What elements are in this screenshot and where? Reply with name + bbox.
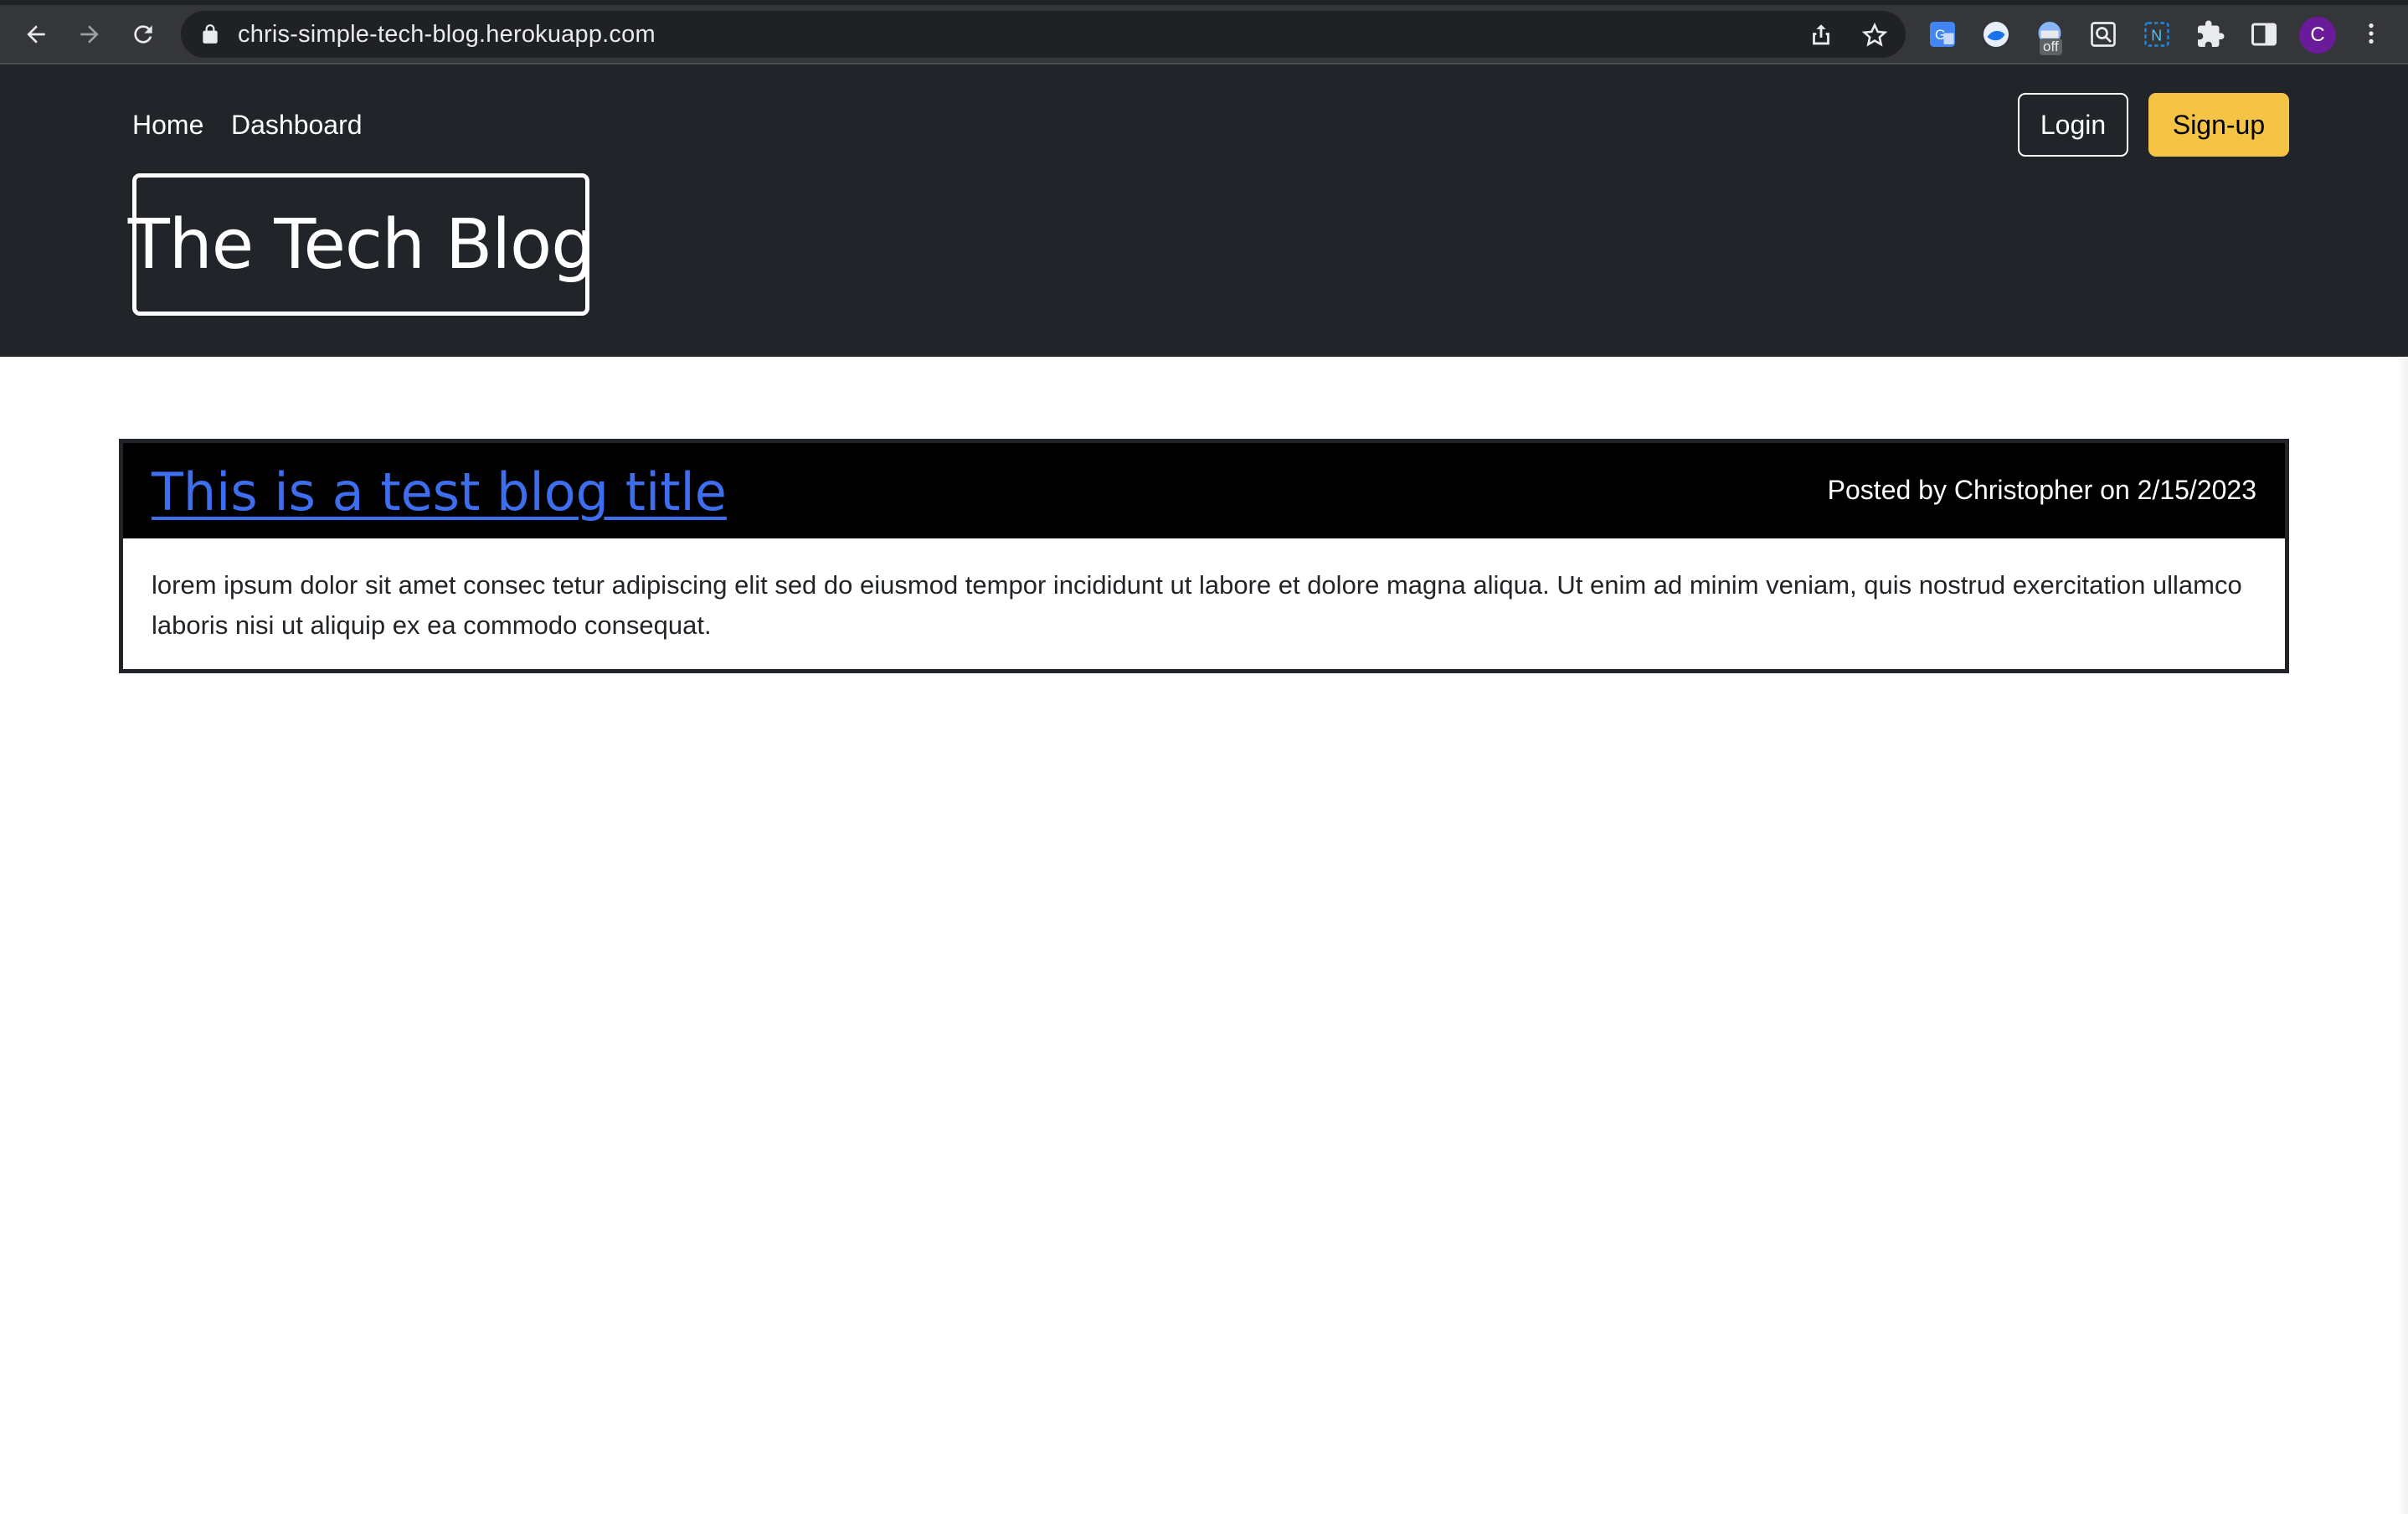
star-icon[interactable] <box>1860 21 1889 49</box>
zoom-extension-button[interactable] <box>2088 19 2118 49</box>
notion-extension-button[interactable]: N <box>2142 19 2172 49</box>
svg-text:N: N <box>2151 28 2162 44</box>
translate-icon: G <box>1930 22 1955 47</box>
address-bar[interactable]: chris-simple-tech-blog.herokuapp.com <box>181 11 1906 58</box>
blog-post-card: This is a test blog title Posted by Chri… <box>119 439 2289 673</box>
login-button[interactable]: Login <box>2018 93 2128 157</box>
nav-dashboard-link[interactable]: Dashboard <box>231 110 363 141</box>
forward-icon <box>80 25 99 44</box>
url-text: chris-simple-tech-blog.herokuapp.com <box>238 21 656 48</box>
side-panel-icon <box>2251 23 2277 46</box>
lock-icon <box>203 24 218 44</box>
reload-button[interactable] <box>124 15 162 54</box>
back-button[interactable] <box>17 15 55 54</box>
extension-button-1[interactable] <box>1981 19 2011 49</box>
browser-window: chris-simple-tech-blog.herokuapp.com G N <box>0 0 2408 1514</box>
side-panel-button[interactable] <box>2249 19 2279 49</box>
extensions-menu-button[interactable] <box>2195 19 2225 49</box>
extensions-area: G N <box>1917 11 2286 58</box>
post-title-link[interactable]: This is a test blog title <box>152 461 727 523</box>
puzzle-icon <box>2198 20 2225 47</box>
extension-off-badge: off <box>2040 39 2062 55</box>
translate-extension[interactable]: G <box>1927 19 1958 49</box>
tab-strip <box>0 0 2408 5</box>
post-meta: Posted by Christopher on 2/15/2023 <box>1827 475 2256 505</box>
notion-icon: N <box>2144 22 2169 47</box>
post-header: This is a test blog title Posted by Chri… <box>123 443 2285 538</box>
nav-home-link[interactable]: Home <box>132 110 203 141</box>
back-icon <box>27 25 45 44</box>
scrollbar-track[interactable] <box>2396 357 2408 1514</box>
menu-icon[interactable] <box>2358 18 2385 49</box>
post-body: lorem ipsum dolor sit amet consec tetur … <box>152 570 2242 640</box>
reload-icon <box>134 25 152 44</box>
profile-avatar[interactable]: C <box>2299 17 2336 54</box>
zoom-extension-icon <box>2091 22 2116 47</box>
forward-button[interactable] <box>70 15 109 54</box>
browser-toolbar: chris-simple-tech-blog.herokuapp.com G N <box>0 0 2408 64</box>
extension-icon <box>1984 22 2009 47</box>
signup-button[interactable]: Sign-up <box>2148 93 2289 157</box>
site-title: The Tech Blog <box>127 204 595 285</box>
brand-box: The Tech Blog <box>128 173 594 316</box>
share-icon[interactable] <box>1807 21 1835 49</box>
site-header: Home Dashboard The Tech Blog Login Sign-… <box>0 64 2408 357</box>
